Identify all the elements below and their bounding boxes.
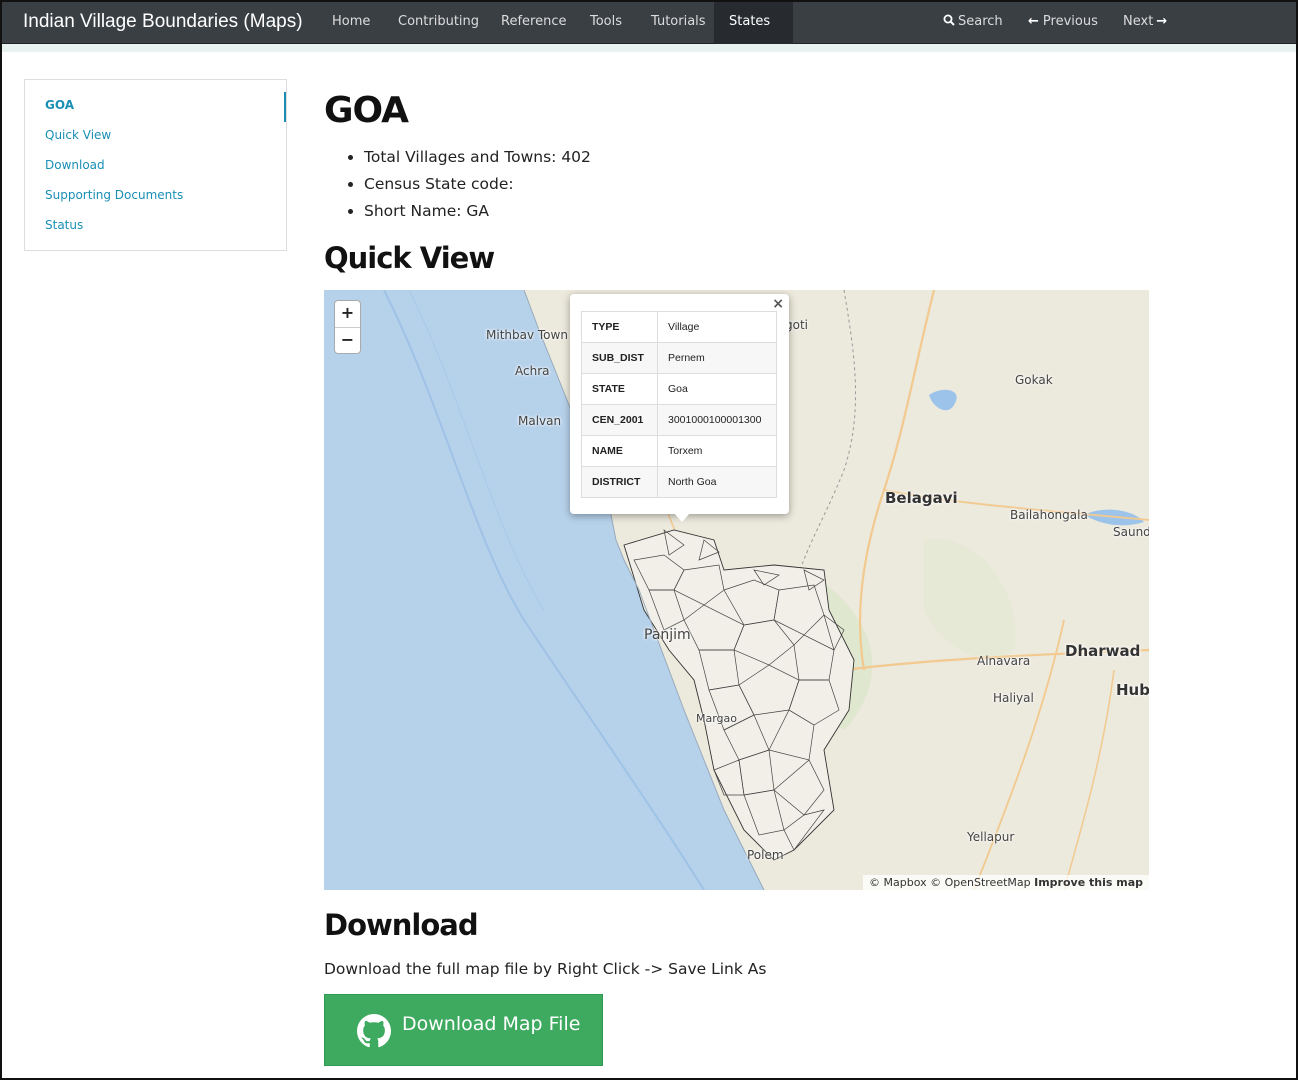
zoom-out-button[interactable]: − xyxy=(335,327,360,353)
arrow-left-icon: ← xyxy=(1028,14,1039,29)
popup-tip xyxy=(673,512,691,522)
place-label: Hub xyxy=(1116,681,1149,699)
arrow-right-icon: → xyxy=(1156,14,1168,29)
quick-view-heading: Quick View xyxy=(324,241,495,275)
site-brand[interactable]: Indian Village Boundaries (Maps) xyxy=(23,11,303,33)
feature-popup: × TYPE Village SUB_DIST Pernem STATE Goa CE… xyxy=(570,294,789,514)
place-label: Saund xyxy=(1113,525,1149,539)
table-row: CEN_2001 3001000100001300 xyxy=(581,404,777,436)
table-row: NAME Torxem xyxy=(581,435,777,467)
property-value: Goa xyxy=(657,373,777,405)
place-label: Dharwad xyxy=(1065,642,1141,660)
nav-tutorials[interactable]: Tutorials xyxy=(636,2,721,44)
attribution-mapbox[interactable]: © Mapbox xyxy=(869,876,927,889)
place-label: Margao xyxy=(696,712,738,725)
nav-home[interactable]: Home xyxy=(317,2,385,44)
nav-contributing[interactable]: Contributing xyxy=(383,2,494,44)
property-key: NAME xyxy=(581,435,658,467)
place-label: Yellapur xyxy=(967,830,1015,844)
place-label: Malvan xyxy=(518,414,562,428)
main-content: GOA Total Villages and Towns: 402 Census… xyxy=(324,90,1149,281)
table-row: TYPE Village xyxy=(581,311,777,343)
nav-reference[interactable]: Reference xyxy=(486,2,581,44)
nav-states-label: States xyxy=(729,14,771,29)
property-value: 3001000100001300 xyxy=(657,404,777,436)
nav-previous[interactable]: ← Previous xyxy=(1013,2,1113,44)
table-row: STATE Goa xyxy=(581,373,777,405)
zoom-in-button[interactable]: + xyxy=(335,301,360,327)
place-label: Haliyal xyxy=(993,691,1034,705)
property-value: North Goa xyxy=(657,466,777,498)
navbar-underbar xyxy=(2,44,1296,52)
property-key: TYPE xyxy=(581,311,658,343)
nav-states-dropdown[interactable]: States xyxy=(714,2,793,64)
place-label: Polem xyxy=(747,848,784,862)
nav-tools[interactable]: Tools xyxy=(575,2,637,44)
nav-next[interactable]: Next → xyxy=(1108,2,1186,44)
next-label: Next xyxy=(1123,14,1154,29)
place-label: Panjim xyxy=(644,627,691,643)
property-key: CEN_2001 xyxy=(581,404,658,436)
place-label: Achra xyxy=(515,364,550,378)
place-label: Mithbav Town xyxy=(486,328,568,342)
place-label: Gokak xyxy=(1015,373,1053,387)
place-label: Bailahongala xyxy=(1010,508,1088,522)
download-button-label: Download Map File xyxy=(402,1013,581,1035)
github-icon xyxy=(357,1014,391,1048)
fact-census-code: Census State code: xyxy=(364,171,1149,198)
state-facts-list: Total Villages and Towns: 402 Census Sta… xyxy=(324,144,1149,225)
quick-view-map[interactable]: + − Mithbav Town Achra Malvan Gokak Bela… xyxy=(324,290,1149,890)
page-title: GOA xyxy=(324,90,409,131)
table-row: SUB_DIST Pernem xyxy=(581,342,777,374)
property-key: STATE xyxy=(581,373,658,405)
zoom-control: + − xyxy=(334,300,361,354)
sidebar-item-download[interactable]: Download xyxy=(25,152,286,182)
fact-total-villages: Total Villages and Towns: 402 xyxy=(364,144,1149,171)
download-instructions: Download the full map file by Right Clic… xyxy=(324,960,767,978)
property-key: SUB_DIST xyxy=(581,342,658,374)
place-label: Alnavara xyxy=(977,654,1031,668)
property-value: Torxem xyxy=(657,435,777,467)
toc-sidebar: GOA Quick View Download Supporting Docum… xyxy=(24,79,287,251)
nav-search[interactable]: Search xyxy=(928,2,1018,44)
previous-label: Previous xyxy=(1042,14,1098,29)
table-row: DISTRICT North Goa xyxy=(581,466,777,498)
feature-properties-table: TYPE Village SUB_DIST Pernem STATE Goa CEN_… xyxy=(581,311,777,498)
sidebar-item-supporting-documents[interactable]: Supporting Documents xyxy=(25,182,286,212)
place-label: Belagavi xyxy=(885,489,958,507)
property-value: Pernem xyxy=(657,342,777,374)
search-label: Search xyxy=(958,14,1003,29)
improve-map-link[interactable]: Improve this map xyxy=(1034,876,1143,889)
search-icon xyxy=(943,14,955,26)
attribution-osm[interactable]: © OpenStreetMap xyxy=(930,876,1031,889)
sidebar-item-goa[interactable]: GOA xyxy=(25,92,286,122)
top-navbar: Indian Village Boundaries (Maps) Home Co… xyxy=(2,0,1296,64)
fact-short-name: Short Name: GA xyxy=(364,198,1149,225)
caret-down-icon xyxy=(735,59,743,64)
download-map-file-button[interactable]: Download Map File xyxy=(324,994,603,1066)
sidebar-item-status[interactable]: Status xyxy=(25,212,286,242)
property-value: Village xyxy=(657,311,777,343)
property-key: DISTRICT xyxy=(581,466,658,498)
map-attribution: © Mapbox © OpenStreetMap Improve this ma… xyxy=(863,875,1149,890)
sidebar-item-quick-view[interactable]: Quick View xyxy=(25,122,286,152)
close-icon[interactable]: × xyxy=(772,296,784,312)
download-heading: Download xyxy=(324,908,479,942)
